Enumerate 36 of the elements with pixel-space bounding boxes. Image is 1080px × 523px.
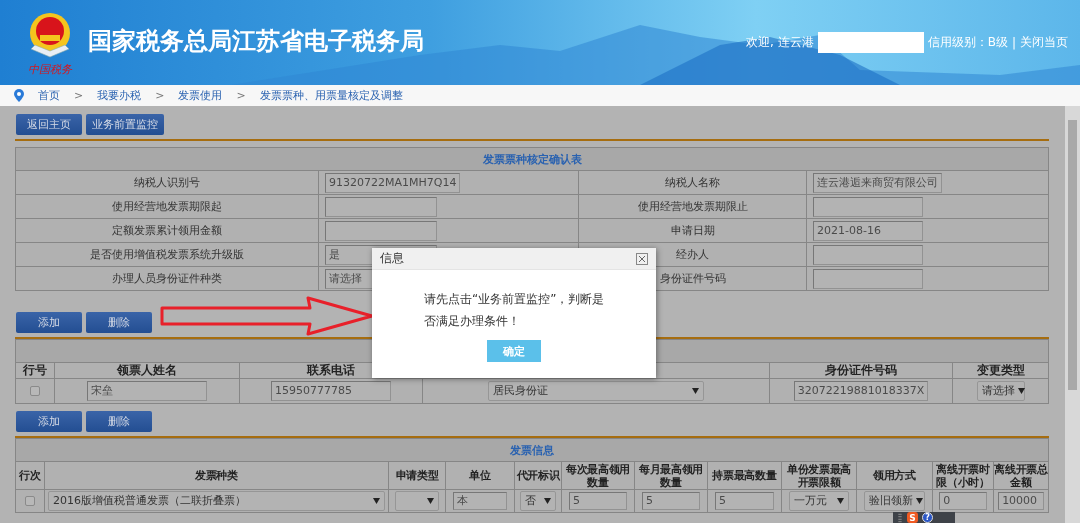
- field-label: 申请日期: [579, 219, 806, 242]
- field-label: 定额发票累计领用金额: [16, 219, 318, 242]
- column-header: 代开标识: [515, 462, 561, 489]
- column-header: 离线开票时限（小时）: [933, 462, 993, 489]
- dialog-message: 请先点击“业务前置监控”，判断是否满足办理条件！: [424, 291, 606, 330]
- column-header: 发票种类: [45, 462, 388, 489]
- welcome-text: 欢迎, 连云港: [746, 34, 814, 51]
- field-label: 使用经营地发票期限起: [16, 195, 318, 218]
- column-header: 每次最高领用数量: [562, 462, 634, 489]
- form-title: 发票票种核定确认表: [16, 148, 1048, 170]
- column-header: 行号: [16, 363, 54, 378]
- breadcrumb-separator: >: [155, 89, 165, 102]
- column-header: 领用方式: [857, 462, 932, 489]
- field-label: 办理人员身份证件种类: [16, 267, 318, 290]
- breadcrumb-separator: >: [74, 89, 84, 102]
- column-header: 申请类型: [389, 462, 445, 489]
- column-header: 单位: [446, 462, 514, 489]
- column-header: 离线开票总金额: [994, 462, 1048, 489]
- credit-level: 信用级别：B级: [927, 34, 1008, 51]
- dialog-title: 信息: [380, 250, 404, 267]
- field-label: 纳税人名称: [579, 171, 806, 194]
- emblem-caption: 中国税务: [28, 61, 72, 77]
- separator-text: |: [1011, 35, 1016, 50]
- column-header: 变更类型: [953, 363, 1048, 378]
- column-header: 领票人姓名: [55, 363, 239, 378]
- column-header: 每月最高领用数量: [635, 462, 707, 489]
- column-header: 单份发票最高开票限额: [782, 462, 856, 489]
- table-title: 发票信息: [16, 439, 1048, 461]
- column-header: 身份证件号码: [770, 363, 952, 378]
- field-label: 是否使用增值税发票系统升级版: [16, 243, 318, 266]
- site-title: 国家税务总局江苏省电子税务局: [88, 25, 424, 57]
- field-label: 纳税人识别号: [16, 171, 318, 194]
- column-header: 持票最高数量: [708, 462, 781, 489]
- breadcrumb-separator: >: [236, 89, 246, 102]
- field-label: 使用经营地发票期限止: [579, 195, 806, 218]
- column-header: 行次: [16, 462, 44, 489]
